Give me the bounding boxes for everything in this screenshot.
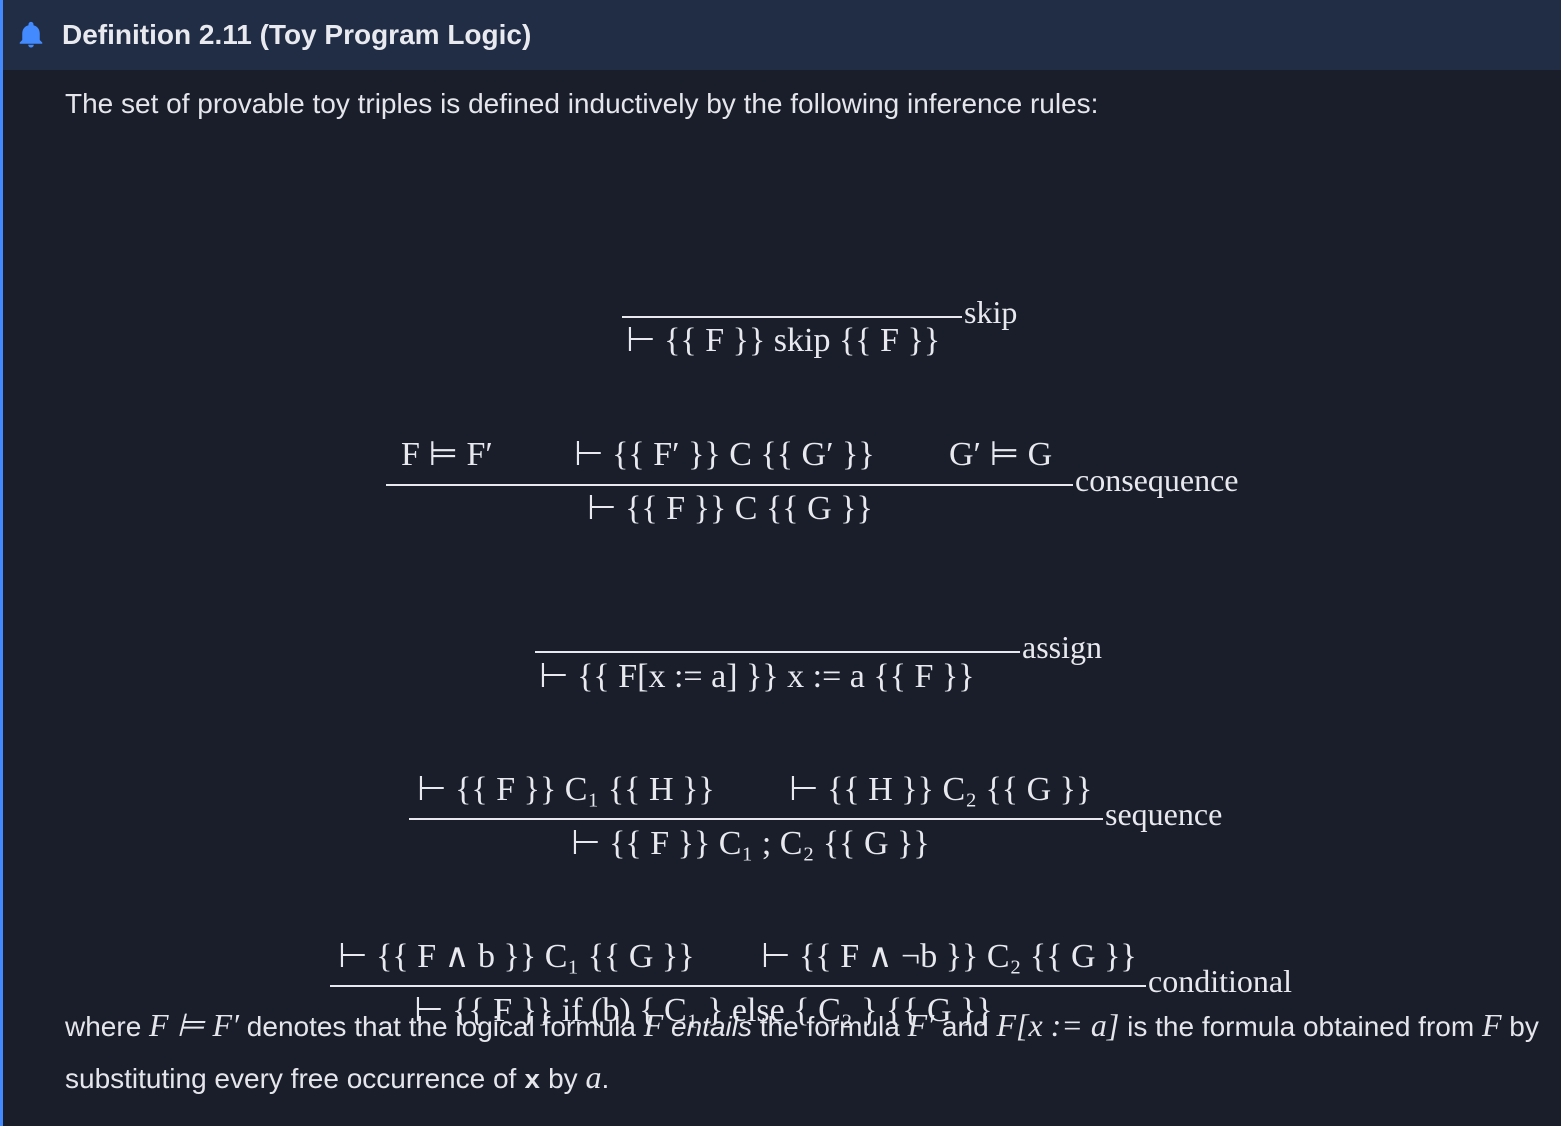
- footer-emphasis: entails: [671, 1011, 752, 1042]
- rule-name: conditional: [1148, 963, 1292, 999]
- footer-text: where: [65, 1011, 150, 1042]
- rule-premise: F ⊨ F′: [401, 436, 493, 473]
- rule-name: skip: [964, 294, 1018, 330]
- intro-text: The set of provable toy triples is defin…: [65, 88, 1099, 119]
- inference-bar: [330, 985, 1146, 987]
- rule-conclusion: ⊢ {{ F }} C {{ G }}: [587, 490, 873, 527]
- footer-math: F: [1481, 1007, 1502, 1043]
- rule-premise: G′ ⊨ G: [949, 436, 1053, 473]
- rule-premise: ⊢ {{ F ∧ b }} C₁ {{ G }}: [338, 938, 695, 975]
- rule-conclusion: ⊢ {{ F }} skip {{ F }}: [626, 322, 941, 359]
- rule-premise: ⊢ {{ F }} C₁ {{ H }}: [417, 771, 715, 808]
- inference-bar: [535, 651, 1020, 653]
- footer-text: .: [601, 1063, 610, 1094]
- admonition-title: Definition 2.11 (Toy Program Logic): [62, 19, 532, 50]
- bell-icon: [16, 20, 46, 50]
- footer-math: a: [585, 1059, 602, 1095]
- rule-name: consequence: [1075, 462, 1239, 498]
- footer-text: denotes that the logical formula: [239, 1011, 644, 1042]
- rule-premise: ⊢ {{ F ∧ ¬b }} C₂ {{ G }}: [761, 938, 1137, 975]
- admonition-header: Definition 2.11 (Toy Program Logic): [3, 0, 1561, 70]
- footer-text: the formula: [751, 1011, 908, 1042]
- footer-text: is the formula obtained from: [1119, 1011, 1482, 1042]
- footer-math: F′: [907, 1007, 935, 1043]
- footer-math: F: [643, 1007, 664, 1043]
- rule-premise: ⊢ {{ H }} C₂ {{ G }}: [789, 771, 1093, 808]
- rule-name: assign: [1022, 629, 1102, 665]
- footer-math: F[x := a]: [996, 1007, 1120, 1043]
- footer-text: and: [934, 1011, 997, 1042]
- footer-text: by: [540, 1063, 586, 1094]
- footer-code: x: [524, 1067, 541, 1097]
- inference-bar: [409, 818, 1103, 820]
- rule-name: sequence: [1105, 796, 1223, 832]
- rule-conclusion: ⊢ {{ F[x := a] }} x := a {{ F }}: [539, 658, 975, 695]
- rule-conclusion: ⊢ {{ F }} C₁ ; C₂ {{ G }}: [571, 825, 930, 862]
- rule-premise: ⊢ {{ F′ }} C {{ G′ }}: [574, 436, 875, 473]
- definition-admonition: Definition 2.11 (Toy Program Logic) The …: [0, 0, 1561, 1126]
- inference-bar: [622, 316, 962, 318]
- inference-bar: [386, 484, 1073, 486]
- footer-paragraph: where F ⊨ F′ denotes that the logical fo…: [65, 1000, 1545, 1107]
- footer-text: [663, 1011, 671, 1042]
- footer-math: F ⊨ F′: [149, 1007, 240, 1043]
